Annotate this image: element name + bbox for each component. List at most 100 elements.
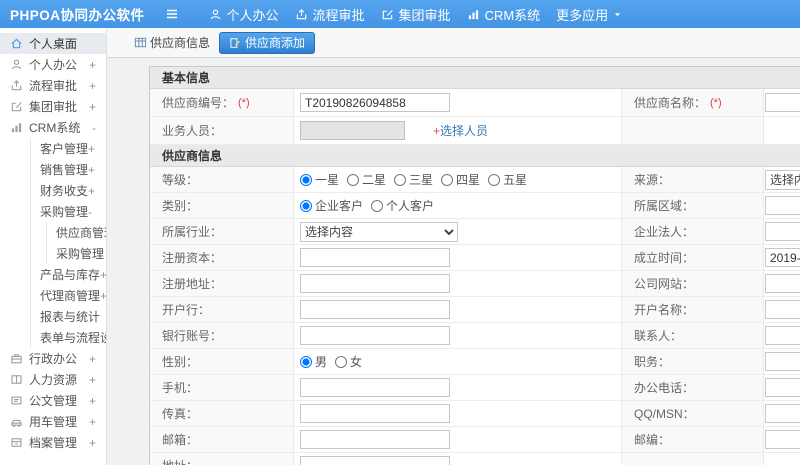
form-row-mobile: 手机： 办公电话： [150, 375, 800, 401]
sidebar-item-personal-desktop[interactable]: 个人桌面 [0, 33, 106, 54]
sidebar-item-purchase-mgmt[interactable]: 采购管理 - [31, 201, 106, 222]
section-header-basic: 基本信息 [150, 67, 800, 89]
expand-icon[interactable]: + [89, 58, 96, 72]
position-input[interactable] [765, 352, 800, 371]
field-label: 企业法人： [622, 219, 764, 244]
form-row-staff: 业务人员： +选择人员 [150, 117, 800, 145]
source-select[interactable]: 选择内容 [765, 169, 800, 190]
category-radio-group: 企业客户 个人客户 [300, 197, 442, 214]
expand-icon[interactable]: + [89, 436, 96, 450]
nav-group-approval[interactable]: 集团审批 [381, 5, 451, 24]
sidebar-item-form-flow-settings[interactable]: 表单与流程设置 + [31, 327, 106, 348]
category-radio-1[interactable]: 企业客户 [300, 197, 363, 214]
form-row-bank-account: 银行账号： 联系人： [150, 323, 800, 349]
legal-person-input[interactable] [765, 222, 800, 241]
nav-workflow-approval[interactable]: 流程审批 [295, 5, 365, 24]
expand-icon[interactable]: + [89, 352, 96, 366]
grade-radio-1[interactable]: 一星 [300, 171, 339, 188]
sidebar-item-archive-mgmt[interactable]: 档案管理 + [0, 432, 106, 453]
sidebar-item-reports-stats[interactable]: 报表与统计 [31, 306, 106, 327]
field-label: 业务人员： [150, 117, 294, 144]
supplier-no-input[interactable] [300, 93, 450, 112]
tab-supplier-add[interactable]: 供应商添加 [219, 31, 316, 54]
email-input[interactable] [300, 430, 450, 449]
sidebar-item-purchase-mgmt-sub[interactable]: 采购管理 [47, 243, 106, 264]
sidebar-item-workflow-approval[interactable]: 流程审批 + [0, 75, 106, 96]
hamburger-menu-icon[interactable] [165, 7, 179, 21]
sidebar-item-sales-mgmt[interactable]: 销售管理 + [31, 159, 106, 180]
founded-date-input[interactable] [765, 248, 800, 267]
sidebar-item-crm-system[interactable]: CRM系统 - [0, 117, 106, 138]
sidebar-item-agent-mgmt[interactable]: 代理商管理 + [31, 285, 106, 306]
sidebar-item-product-inventory[interactable]: 产品与库存 + [31, 264, 106, 285]
collapse-icon[interactable]: - [92, 121, 96, 135]
field-label: QQ/MSN： [622, 401, 764, 426]
registered-capital-input[interactable] [300, 248, 450, 267]
grade-radio-5[interactable]: 五星 [488, 171, 527, 188]
tab-supplier-info[interactable]: 供应商信息 [134, 34, 210, 51]
expand-icon[interactable]: + [89, 415, 96, 429]
empty-cell [622, 453, 764, 465]
flow-icon [10, 79, 23, 92]
field-label: 公司网站： [622, 271, 764, 296]
sidebar-item-vehicle-mgmt[interactable]: 用车管理 + [0, 411, 106, 432]
expand-icon[interactable]: + [89, 373, 96, 387]
category-radio-2[interactable]: 个人客户 [371, 197, 434, 214]
expand-icon[interactable]: + [88, 142, 95, 156]
app-title: PHPOA协同办公软件 [10, 8, 145, 23]
bank-input[interactable] [300, 300, 450, 319]
sidebar-item-personal-office[interactable]: 个人办公 + [0, 54, 106, 75]
sidebar-item-admin-office[interactable]: 行政办公 + [0, 348, 106, 369]
top-nav: 个人办公 流程审批 集团审批 CRM系统 更多应用 [193, 5, 623, 24]
empty-cell [764, 453, 800, 465]
expand-icon[interactable]: + [100, 268, 106, 282]
grade-radio-2[interactable]: 二星 [347, 171, 386, 188]
expand-icon[interactable]: + [100, 289, 106, 303]
sidebar-item-supplier-mgmt[interactable]: 供应商管理 [47, 222, 106, 243]
form-row-bank: 开户行： 开户名称： [150, 297, 800, 323]
supplier-name-input[interactable] [765, 93, 800, 112]
nav-personal-office[interactable]: 个人办公 [209, 5, 279, 24]
expand-icon[interactable]: + [89, 394, 96, 408]
nav-more-apps[interactable]: 更多应用 [556, 5, 622, 24]
sidebar-item-document-mgmt[interactable]: 公文管理 + [0, 390, 106, 411]
region-input[interactable] [765, 196, 800, 215]
account-name-input[interactable] [765, 300, 800, 319]
staff-input [300, 121, 405, 140]
expand-icon[interactable]: + [89, 79, 96, 93]
sidebar-item-finance[interactable]: 财务收支 + [31, 180, 106, 201]
sidebar-item-group-approval[interactable]: 集团审批 + [0, 96, 106, 117]
crm-submenu: 客户管理 + 销售管理 + 财务收支 + 采购管理 - 供应商管理 [30, 138, 106, 348]
form-row-fax: 传真： QQ/MSN： [150, 401, 800, 427]
mobile-input[interactable] [300, 378, 450, 397]
form-row-email: 邮箱： 邮编： [150, 427, 800, 453]
gender-radio-female[interactable]: 女 [335, 353, 362, 370]
field-label: 地址： [150, 453, 294, 465]
nav-crm-system[interactable]: CRM系统 [467, 5, 540, 24]
contact-input[interactable] [765, 326, 800, 345]
address-input[interactable] [300, 456, 450, 465]
qq-msn-input[interactable] [765, 404, 800, 423]
pick-staff-link[interactable]: +选择人员 [433, 122, 488, 139]
gender-radio-male[interactable]: 男 [300, 353, 327, 370]
sidebar-item-hr[interactable]: 人力资源 + [0, 369, 106, 390]
field-label: 邮箱： [150, 427, 294, 452]
bank-account-input[interactable] [300, 326, 450, 345]
industry-select[interactable]: 选择内容 [300, 221, 458, 242]
grade-radio-4[interactable]: 四星 [441, 171, 480, 188]
office-phone-input[interactable] [765, 378, 800, 397]
expand-icon[interactable]: + [89, 100, 96, 114]
grade-radio-3[interactable]: 三星 [394, 171, 433, 188]
sidebar: 个人桌面 个人办公 + 流程审批 + 集团审批 + CRM系统 - 客户管理 +… [0, 28, 107, 465]
required-mark: (*) [238, 96, 250, 109]
fax-input[interactable] [300, 404, 450, 423]
form-row-supplier-no: 供应商编号：(*) 供应商名称：(*) [150, 89, 800, 117]
website-input[interactable] [765, 274, 800, 293]
sidebar-item-customer-mgmt[interactable]: 客户管理 + [31, 138, 106, 159]
form-row-address: 地址： [150, 453, 800, 465]
expand-icon[interactable]: + [88, 163, 95, 177]
registered-address-input[interactable] [300, 274, 450, 293]
expand-icon[interactable]: + [88, 184, 95, 198]
zipcode-input[interactable] [765, 430, 800, 449]
collapse-icon[interactable]: - [88, 205, 92, 219]
